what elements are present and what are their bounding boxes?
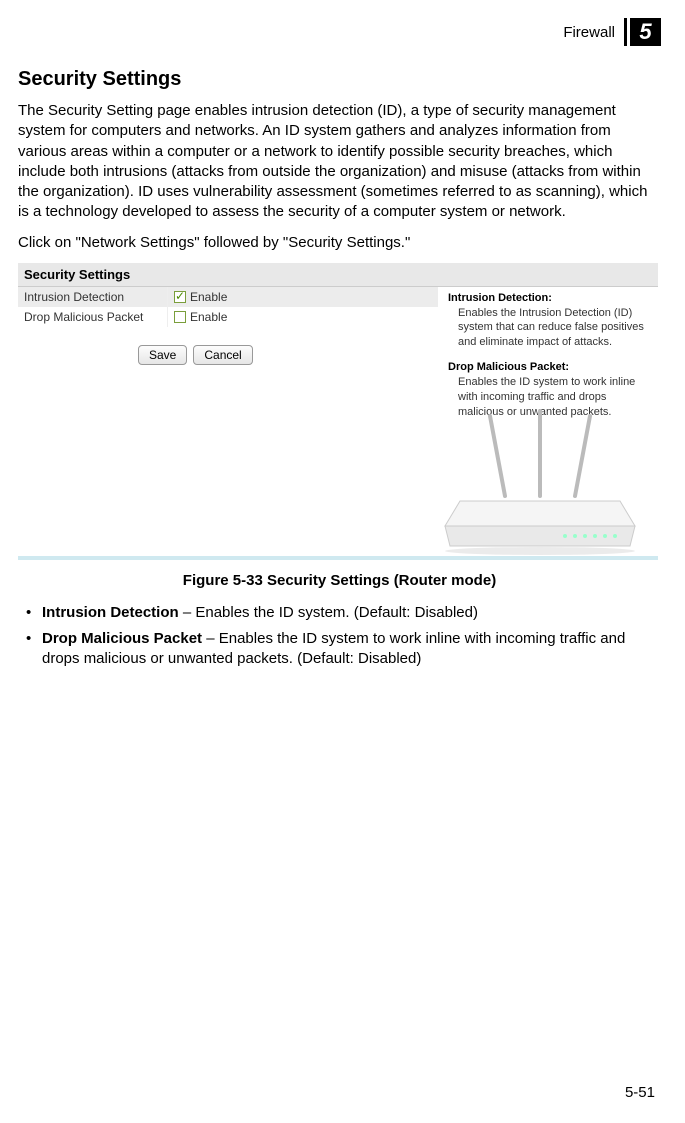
header-section: Firewall bbox=[563, 24, 615, 41]
page-header: Firewall 5 bbox=[18, 18, 661, 46]
checkbox-drop-malicious[interactable] bbox=[174, 311, 186, 323]
save-button[interactable]: Save bbox=[138, 345, 187, 365]
figure-caption: Figure 5-33 Security Settings (Router mo… bbox=[18, 572, 661, 589]
checkbox-label-enable: Enable bbox=[190, 290, 227, 304]
chapter-badge: 5 bbox=[627, 18, 661, 46]
bullet-drop-term: Drop Malicious Packet bbox=[42, 630, 202, 647]
page-number: 5-51 bbox=[625, 1084, 655, 1101]
bullet-list: Intrusion Detection – Enables the ID sys… bbox=[26, 603, 657, 670]
help-body-intrusion: Enables the Intrusion Detection (ID) sys… bbox=[448, 306, 652, 351]
help-title-intrusion: Intrusion Detection: bbox=[448, 292, 552, 304]
bullet-drop-malicious: Drop Malicious Packet – Enables the ID s… bbox=[26, 629, 657, 670]
checkbox-label-enable: Enable bbox=[190, 310, 227, 324]
bullet-intrusion-desc: – Enables the ID system. (Default: Disab… bbox=[179, 604, 478, 621]
setting-row-drop-malicious: Drop Malicious Packet Enable bbox=[18, 307, 438, 327]
setting-row-intrusion: Intrusion Detection Enable bbox=[18, 287, 438, 307]
router-illustration bbox=[430, 406, 650, 556]
label-intrusion-detection: Intrusion Detection bbox=[18, 287, 168, 307]
help-title-drop: Drop Malicious Packet: bbox=[448, 361, 569, 373]
settings-column: Intrusion Detection Enable Drop Maliciou… bbox=[18, 287, 438, 424]
nav-instruction: Click on "Network Settings" followed by … bbox=[18, 233, 661, 253]
cancel-button[interactable]: Cancel bbox=[193, 345, 252, 365]
help-panel: Intrusion Detection: Enables the Intrusi… bbox=[438, 287, 658, 424]
bullet-intrusion-term: Intrusion Detection bbox=[42, 604, 179, 621]
intro-paragraph: The Security Setting page enables intrus… bbox=[18, 101, 661, 223]
settings-screenshot: Security Settings Intrusion Detection En… bbox=[18, 263, 658, 560]
panel-title: Security Settings bbox=[18, 263, 658, 287]
label-drop-malicious: Drop Malicious Packet bbox=[18, 307, 168, 327]
section-title: Security Settings bbox=[18, 68, 661, 91]
separator bbox=[18, 556, 658, 560]
checkbox-intrusion-detection[interactable] bbox=[174, 291, 186, 303]
bullet-intrusion: Intrusion Detection – Enables the ID sys… bbox=[26, 603, 657, 623]
